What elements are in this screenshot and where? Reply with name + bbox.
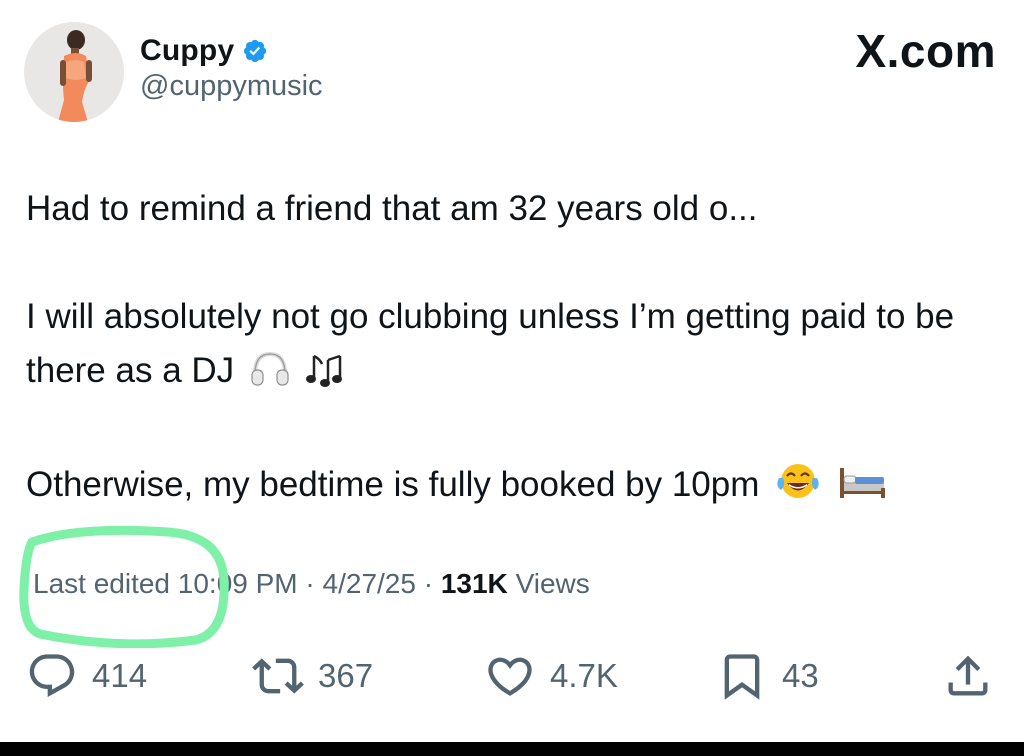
- tweet-paragraph: Otherwise, my bedtime is fully booked by…: [26, 458, 996, 518]
- repost-count: 367: [318, 657, 374, 694]
- author-handle[interactable]: @cuppymusic: [140, 70, 323, 103]
- meta-separator: ·: [305, 568, 315, 599]
- bookmark-icon: [716, 650, 768, 702]
- name-row: Cuppy: [140, 34, 323, 68]
- bookmark-button[interactable]: 43: [716, 648, 819, 704]
- avatar-image: [24, 22, 124, 122]
- tweet-meta: Last edited 10:09 PM · 4/27/25 · 131K Vi…: [33, 568, 590, 600]
- tweet-paragraph-text: I will absolutely not go clubbing unless…: [26, 297, 955, 390]
- tweet-date[interactable]: 4/27/25: [323, 568, 416, 599]
- tweet-paragraph: Had to remind a friend that am 32 years …: [26, 182, 996, 236]
- repost-icon: [252, 650, 304, 702]
- heart-icon: [484, 650, 536, 702]
- display-name[interactable]: Cuppy: [140, 34, 234, 68]
- share-button[interactable]: [942, 648, 994, 704]
- headphones-emoji-icon: [250, 350, 290, 404]
- musical-notes-emoji-icon: [305, 350, 346, 404]
- repost-button[interactable]: 367: [252, 648, 373, 704]
- author-info: Cuppy @cuppymusic: [140, 34, 323, 103]
- tweet-header: Cuppy @cuppymusic X.com: [24, 22, 1000, 126]
- avatar[interactable]: [24, 22, 124, 122]
- like-button[interactable]: 4.7K: [484, 648, 618, 704]
- tweet-paragraph-text: Otherwise, my bedtime is fully booked by…: [26, 465, 760, 504]
- views-count: 131K: [440, 568, 508, 599]
- bookmark-count: 43: [782, 657, 819, 694]
- tweet-time[interactable]: 10:09 PM: [178, 568, 298, 599]
- brand-text: X.com: [855, 25, 996, 77]
- tears-of-joy-emoji-icon: [775, 460, 821, 518]
- bed-emoji-icon: [837, 462, 887, 518]
- verified-badge-icon: [242, 38, 268, 64]
- tweet-actions: 414 367 4.7K 43: [26, 648, 998, 704]
- tweet-paragraph-text: Had to remind a friend that am 32 years …: [26, 189, 758, 228]
- meta-separator: ·: [423, 568, 434, 599]
- brand-watermark: X.com: [855, 28, 996, 74]
- like-count: 4.7K: [550, 657, 618, 694]
- reply-icon: [26, 650, 78, 702]
- tweet-paragraph: I will absolutely not go clubbing unless…: [26, 290, 996, 404]
- views-label: Views: [515, 568, 590, 599]
- tweet-text: Had to remind a friend that am 32 years …: [26, 182, 996, 518]
- reply-button[interactable]: 414: [26, 648, 147, 704]
- reply-count: 414: [92, 657, 148, 694]
- tweet-screenshot: Cuppy @cuppymusic X.com Had to remind a …: [0, 0, 1024, 742]
- share-icon: [942, 650, 994, 702]
- edited-label[interactable]: Last edited: [33, 568, 170, 599]
- bottom-black-bar: [0, 742, 1024, 756]
